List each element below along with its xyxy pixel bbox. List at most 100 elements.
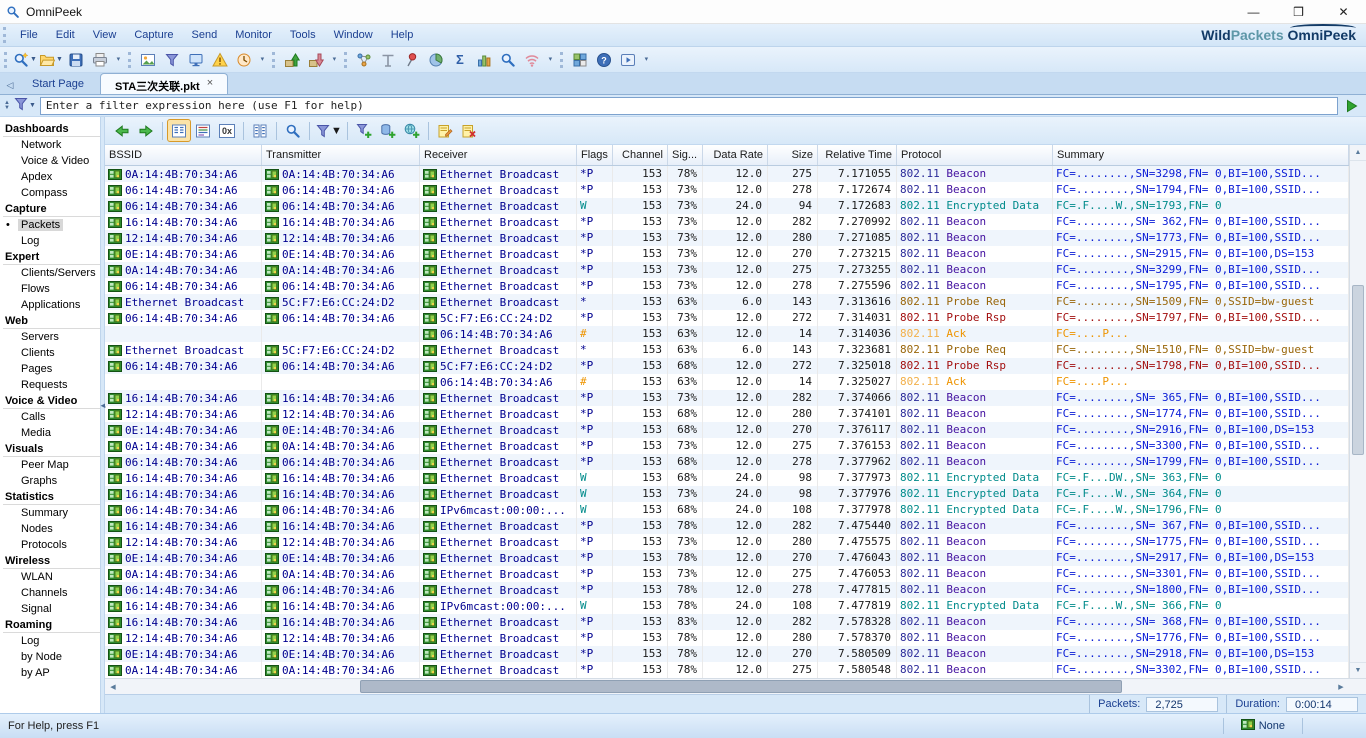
delete-note-button[interactable]: [458, 120, 480, 141]
sidebar-item-by-node[interactable]: by Node: [0, 650, 100, 666]
scroll-up-icon[interactable]: ▲: [1350, 145, 1366, 161]
menu-item-help[interactable]: Help: [382, 26, 423, 44]
sigma-button[interactable]: Σ: [449, 49, 471, 70]
scroll-down-icon[interactable]: ▼: [1350, 662, 1366, 678]
packet-row[interactable]: 06:14:4B:70:34:A606:14:4B:70:34:A6Ethern…: [105, 582, 1349, 598]
packet-row[interactable]: 06:14:4B:70:34:A6#15363%12.0147.31403680…: [105, 326, 1349, 342]
packet-row[interactable]: 12:14:4B:70:34:A612:14:4B:70:34:A6Ethern…: [105, 230, 1349, 246]
horizontal-scroll-thumb[interactable]: [360, 680, 1122, 693]
sidebar-item-requests[interactable]: Requests: [0, 378, 100, 394]
help-button[interactable]: ?: [593, 49, 615, 70]
scroll-right-icon[interactable]: ▶: [1333, 679, 1349, 694]
menu-item-tools[interactable]: Tools: [281, 26, 325, 44]
monitor-screen-button[interactable]: [185, 49, 207, 70]
toolbar-overflow-icon[interactable]: ▾: [329, 50, 340, 70]
sidebar-item-wlan[interactable]: WLAN: [0, 570, 100, 586]
nav-forward-button[interactable]: [135, 120, 157, 141]
toolbar-grip[interactable]: [272, 52, 276, 68]
sidebar-item-log[interactable]: Log: [0, 634, 100, 650]
packet-row[interactable]: 16:14:4B:70:34:A616:14:4B:70:34:A6Ethern…: [105, 390, 1349, 406]
sidebar-item-media[interactable]: Media: [0, 426, 100, 442]
column-header-sig-[interactable]: Sig...: [668, 145, 703, 165]
bar-chart-button[interactable]: [473, 49, 495, 70]
view-decode-button[interactable]: [192, 120, 214, 141]
packet-row[interactable]: 06:14:4B:70:34:A606:14:4B:70:34:A6Ethern…: [105, 182, 1349, 198]
resolve-names-button[interactable]: [401, 120, 423, 141]
dropdown-arrow-icon[interactable]: ▼: [30, 56, 37, 63]
toolbar-grip[interactable]: [4, 52, 8, 68]
menu-item-edit[interactable]: Edit: [47, 26, 84, 44]
sidebar-item-summary[interactable]: Summary: [0, 506, 100, 522]
filter-expression-input[interactable]: Enter a filter expression here (use F1 f…: [40, 97, 1338, 115]
packet-row[interactable]: 12:14:4B:70:34:A612:14:4B:70:34:A6Ethern…: [105, 534, 1349, 550]
column-header-data-rate[interactable]: Data Rate: [703, 145, 768, 165]
toolbar-grip[interactable]: [128, 52, 132, 68]
tab-scroll-left-icon[interactable]: ◁: [2, 76, 18, 94]
vertical-scroll-thumb[interactable]: [1352, 285, 1364, 455]
packet-row[interactable]: Ethernet Broadcast5C:F7:E6:CC:24:D2Ether…: [105, 294, 1349, 310]
sidebar-item-graphs[interactable]: Graphs: [0, 474, 100, 490]
scroll-left-icon[interactable]: ◀: [105, 679, 121, 694]
print-button[interactable]: [89, 49, 111, 70]
column-header-flags[interactable]: Flags: [577, 145, 613, 165]
packet-row[interactable]: 12:14:4B:70:34:A612:14:4B:70:34:A6Ethern…: [105, 630, 1349, 646]
sidebar-item-network[interactable]: Network: [0, 138, 100, 154]
wifi-button[interactable]: [521, 49, 543, 70]
packet-row[interactable]: 0E:14:4B:70:34:A60E:14:4B:70:34:A6Ethern…: [105, 646, 1349, 662]
edit-note-button[interactable]: [434, 120, 456, 141]
pie-chart-button[interactable]: [425, 49, 447, 70]
column-header-protocol[interactable]: Protocol: [897, 145, 1053, 165]
receive-packets-button[interactable]: [305, 49, 327, 70]
toolbar-overflow-icon[interactable]: ▾: [641, 50, 652, 70]
sidebar-item-packets[interactable]: Packets: [0, 218, 100, 234]
horizontal-scrollbar[interactable]: ◀ ▶: [105, 678, 1366, 694]
packet-row[interactable]: 0E:14:4B:70:34:A60E:14:4B:70:34:A6Ethern…: [105, 422, 1349, 438]
column-header-transmitter[interactable]: Transmitter: [262, 145, 420, 165]
toolbar-overflow-icon[interactable]: ▾: [257, 50, 268, 70]
packet-row[interactable]: 0E:14:4B:70:34:A60E:14:4B:70:34:A6Ethern…: [105, 246, 1349, 262]
save-button[interactable]: [65, 49, 87, 70]
antenna-button[interactable]: [377, 49, 399, 70]
sidebar-item-compass[interactable]: Compass: [0, 186, 100, 202]
sidebar-item-flows[interactable]: Flows: [0, 282, 100, 298]
media-play-button[interactable]: [617, 49, 639, 70]
view-packet-list-button[interactable]: [168, 120, 190, 141]
menu-item-monitor[interactable]: Monitor: [226, 26, 281, 44]
insert-filter-button[interactable]: [353, 120, 375, 141]
menu-item-file[interactable]: File: [11, 26, 47, 44]
nav-back-button[interactable]: [111, 120, 133, 141]
toolbar-grip[interactable]: [344, 52, 348, 68]
menu-item-send[interactable]: Send: [183, 26, 227, 44]
minimize-button[interactable]: —: [1231, 0, 1276, 24]
column-header-size[interactable]: Size: [768, 145, 818, 165]
sidebar-item-signal[interactable]: Signal: [0, 602, 100, 618]
column-header-summary[interactable]: Summary: [1053, 145, 1349, 165]
sidebar-item-pages[interactable]: Pages: [0, 362, 100, 378]
sidebar-item-nodes[interactable]: Nodes: [0, 522, 100, 538]
menu-item-capture[interactable]: Capture: [125, 26, 182, 44]
image-button[interactable]: [137, 49, 159, 70]
packet-row[interactable]: 16:14:4B:70:34:A616:14:4B:70:34:A6Ethern…: [105, 470, 1349, 486]
sidebar-item-voice-video[interactable]: Voice & Video: [0, 154, 100, 170]
menu-item-view[interactable]: View: [84, 26, 126, 44]
alarm-button[interactable]: [209, 49, 231, 70]
filter-funnel-button[interactable]: [161, 49, 183, 70]
packet-row[interactable]: Ethernet Broadcast5C:F7:E6:CC:24:D2Ether…: [105, 342, 1349, 358]
packet-row[interactable]: 12:14:4B:70:34:A612:14:4B:70:34:A6Ethern…: [105, 406, 1349, 422]
choose-columns-button[interactable]: [249, 120, 271, 141]
window-grid-button[interactable]: [569, 49, 591, 70]
close-button[interactable]: ✕: [1321, 0, 1366, 24]
column-header-receiver[interactable]: Receiver: [420, 145, 577, 165]
tab-close-icon[interactable]: ×: [207, 78, 213, 89]
zoom-pane-button[interactable]: [282, 120, 304, 141]
sidebar-item-apdex[interactable]: Apdex: [0, 170, 100, 186]
packet-row[interactable]: 06:14:4B:70:34:A606:14:4B:70:34:A65C:F7:…: [105, 310, 1349, 326]
packet-row[interactable]: 16:14:4B:70:34:A616:14:4B:70:34:A6Ethern…: [105, 614, 1349, 630]
toolbar-overflow-icon[interactable]: ▾: [113, 50, 124, 70]
map-pin-button[interactable]: [401, 49, 423, 70]
clock-button[interactable]: [233, 49, 255, 70]
sidebar-item-servers[interactable]: Servers: [0, 330, 100, 346]
packet-row[interactable]: 16:14:4B:70:34:A616:14:4B:70:34:A6Ethern…: [105, 486, 1349, 502]
sidebar-item-channels[interactable]: Channels: [0, 586, 100, 602]
packet-row[interactable]: 16:14:4B:70:34:A616:14:4B:70:34:A6Ethern…: [105, 214, 1349, 230]
